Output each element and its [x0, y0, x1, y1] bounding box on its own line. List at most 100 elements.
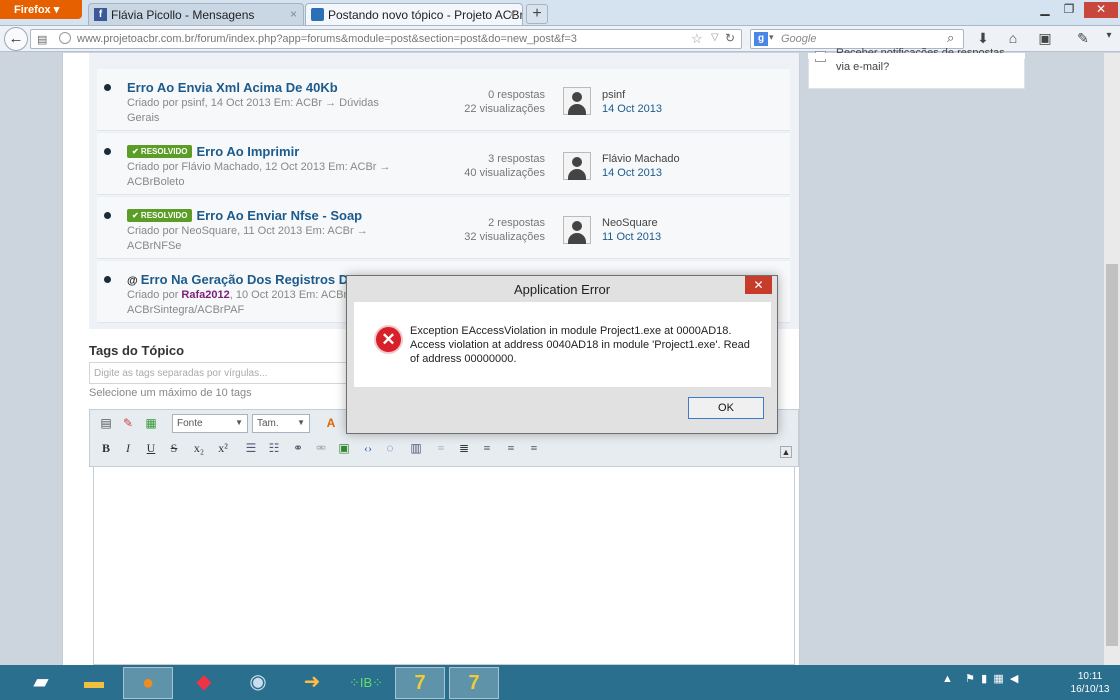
restore-icon[interactable]: ❐	[1058, 2, 1080, 18]
ok-button[interactable]: OK	[688, 397, 764, 419]
tab-label: Postando novo tópico - Projeto ACBr	[328, 8, 523, 22]
numbered-list-icon[interactable]: ☷	[266, 441, 282, 457]
menu-dropdown-icon[interactable]: ▾	[1100, 30, 1118, 48]
last-poster-name[interactable]: NeoSquare	[602, 216, 661, 230]
dialog-message-line2: Access violation at address 0040AD18 in …	[410, 339, 750, 365]
google-icon[interactable]: g	[754, 32, 768, 46]
size-select[interactable]: Tam. ▼	[252, 414, 310, 433]
volume-icon[interactable]: ◀	[1010, 673, 1018, 685]
spoiler-icon[interactable]: ▥	[408, 441, 424, 457]
installer-icon[interactable]: ➜	[287, 667, 337, 699]
new-tab-button[interactable]: +	[526, 4, 548, 24]
post-editor-textarea[interactable]	[93, 466, 795, 665]
show-hidden-icons-icon[interactable]: ▲	[942, 673, 953, 685]
topic-meta: Criado por NeoSquare, 11 Oct 2013 Em: AC…	[127, 225, 368, 252]
link-icon[interactable]: ⚭	[290, 441, 306, 457]
tab-close-icon[interactable]: ×	[509, 7, 516, 21]
tab-mensagens[interactable]: f Flávia Picollo - Mensagens ×	[88, 3, 304, 25]
subscript-button[interactable]: x₂	[191, 441, 207, 457]
url-input[interactable]: ▤ www.projetoacbr.com.br/forum/index.php…	[30, 29, 742, 49]
font-select[interactable]: Fonte ▼	[172, 414, 248, 433]
views-count: 22 visualizações	[464, 103, 545, 115]
dialog-close-icon[interactable]: ✕	[745, 276, 772, 294]
firefox-icon[interactable]: ●	[123, 667, 173, 699]
paste-icon[interactable]: ▦	[143, 416, 159, 432]
align-center-icon[interactable]: ≡	[503, 441, 519, 457]
last-post-date[interactable]: 14 Oct 2013	[602, 102, 662, 116]
taskbar-clock[interactable]: 10:11 16/10/13	[1062, 670, 1118, 696]
engine-dropdown-icon[interactable]: ▾	[769, 32, 774, 43]
strike-button[interactable]: S	[166, 441, 182, 457]
url-text: www.projetoacbr.com.br/forum/index.php?a…	[77, 33, 577, 45]
history-dropdown-icon[interactable]: ▽	[711, 32, 719, 43]
avatar[interactable]	[563, 216, 591, 244]
screenshot-icon[interactable]: ▣	[1036, 30, 1054, 48]
app-icon[interactable]: ◉	[233, 667, 283, 699]
italic-button[interactable]: I	[120, 441, 136, 457]
replies-count: 0 respostas	[488, 89, 545, 101]
topic-stats: 3 respostas 40 visualizações	[420, 152, 545, 180]
bold-button[interactable]: B	[98, 441, 114, 457]
text-color-icon[interactable]: A	[323, 416, 339, 432]
align-left-icon[interactable]: ≡	[479, 441, 495, 457]
tab-close-icon[interactable]: ×	[290, 7, 297, 21]
align-right-icon[interactable]: ≡	[526, 441, 542, 457]
topic-title-link[interactable]: Erro Ao Imprimir	[196, 144, 299, 159]
chevron-down-icon: ▼	[235, 418, 243, 427]
image-icon[interactable]: ▣	[336, 441, 352, 457]
source-icon[interactable]: ▤	[98, 416, 114, 432]
avatar[interactable]	[563, 87, 591, 115]
bullet-icon	[104, 148, 111, 155]
avatar[interactable]	[563, 152, 591, 180]
acbr-favicon-icon	[311, 8, 324, 21]
topic-title-link[interactable]: Erro Na Geração Dos Registros D	[141, 272, 348, 287]
tab-novo-topico[interactable]: Postando novo tópico - Projeto ACBr ×	[305, 3, 523, 25]
notify-label: Receber notificações de respostasvia e-m…	[836, 46, 1005, 74]
tags-input[interactable]: Digite as tags separadas por vírgulas...	[89, 362, 369, 384]
bookmark-star-icon[interactable]: ☆	[691, 31, 703, 47]
search-icon[interactable]: ⌕	[947, 30, 954, 46]
last-poster-name[interactable]: Flávio Machado	[602, 152, 680, 166]
indent-icon[interactable]: ≡	[433, 441, 449, 457]
topic-meta: Criado por psinf, 14 Oct 2013 Em: ACBr →…	[127, 97, 379, 124]
outdent-icon[interactable]: ≣	[456, 441, 472, 457]
tools-icon[interactable]: ✎	[1074, 30, 1092, 48]
resize-toggle-icon[interactable]: ▲	[780, 446, 792, 458]
attachment-icon: @	[127, 275, 141, 287]
battery-icon[interactable]: ▮	[981, 673, 987, 685]
delphi7-icon[interactable]: 7	[395, 667, 445, 699]
action-center-icon[interactable]: ⚑	[965, 673, 975, 685]
topic-title: ✔ RESOLVIDO Erro Ao Imprimir	[127, 144, 299, 159]
unlink-icon[interactable]: ⚮	[313, 441, 329, 457]
search-placeholder: Google	[781, 33, 817, 45]
author-link[interactable]: Rafa2012	[181, 289, 229, 301]
meta-forum: ACBrSintegra/ACBrPAF	[127, 304, 245, 316]
close-window-icon[interactable]: ✕	[1084, 2, 1118, 18]
underline-button[interactable]: U	[143, 441, 159, 457]
last-post-date[interactable]: 11 Oct 2013	[602, 230, 661, 244]
last-poster-name[interactable]: psinf	[602, 88, 662, 102]
eraser-icon[interactable]: ✎	[120, 416, 136, 432]
start-icon[interactable]: ▰	[16, 667, 66, 699]
file-explorer-icon[interactable]: ▬	[69, 667, 119, 699]
delphi-icon[interactable]: ◆	[179, 667, 229, 699]
bullet-list-icon[interactable]: ☰	[243, 441, 259, 457]
last-post-date[interactable]: 14 Oct 2013	[602, 166, 680, 180]
interbase-icon[interactable]: ⁘IB⁘	[341, 667, 391, 699]
back-arrow-icon[interactable]: ←	[4, 27, 28, 51]
delphi7-project-icon[interactable]: 7	[449, 667, 499, 699]
size-select-value: Tam.	[257, 418, 279, 429]
code-icon[interactable]: ‹›	[360, 441, 376, 457]
firefox-menu-button[interactable]: Firefox ▾	[0, 0, 82, 19]
minimize-icon[interactable]: ▁	[1034, 2, 1056, 18]
topic-title-link[interactable]: Erro Ao Enviar Nfse - Soap	[196, 208, 362, 223]
reload-icon[interactable]: ↻	[725, 31, 735, 45]
home-icon[interactable]: ⌂	[1004, 30, 1022, 48]
dialog-message-line1: Exception EAccessViolation in module Pro…	[410, 325, 732, 337]
quote-icon[interactable]: ◌	[382, 441, 398, 457]
scrollbar-thumb[interactable]	[1106, 264, 1118, 646]
topic-title-link[interactable]: Erro Ao Envia Xml Acima De 40Kb	[127, 80, 338, 95]
superscript-button[interactable]: x²	[215, 441, 231, 457]
network-icon[interactable]: ▦	[993, 673, 1003, 685]
topic-stats: 0 respostas 22 visualizações	[420, 88, 545, 116]
